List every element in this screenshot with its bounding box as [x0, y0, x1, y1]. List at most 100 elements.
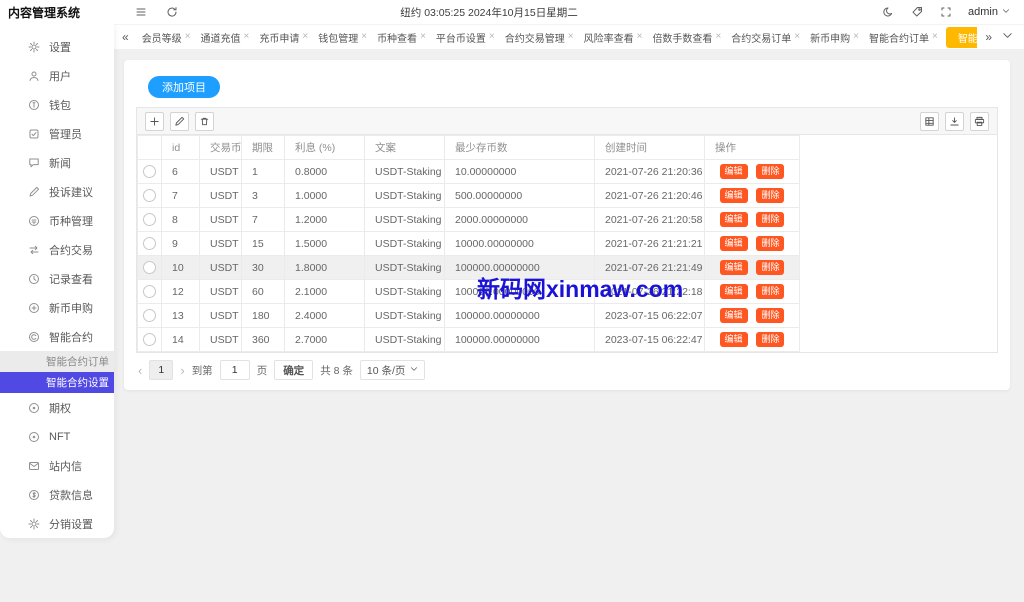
tabs-scroll-right[interactable]: »	[977, 30, 1000, 44]
row-radio[interactable]	[143, 165, 156, 178]
delete-button[interactable]: 删除	[756, 284, 785, 299]
sidebar-item[interactable]: 合约交易	[0, 235, 114, 264]
goto-confirm-button[interactable]: 确定	[274, 360, 314, 380]
edit-button[interactable]: 编辑	[719, 308, 748, 323]
sidebar-item[interactable]: 智能合约订单	[0, 351, 114, 372]
sidebar-item[interactable]: 记录查看	[0, 264, 114, 293]
tab-close-icon[interactable]: ×	[302, 32, 308, 42]
tab[interactable]: 智能合约订单 ×	[864, 25, 943, 49]
print-button[interactable]	[970, 111, 989, 131]
fullscreen-icon[interactable]	[939, 6, 952, 19]
tab-close-icon[interactable]: ×	[185, 32, 191, 42]
sidebar-item-label: 管理员	[49, 128, 82, 141]
tabs-scroll-left[interactable]: «	[114, 30, 137, 44]
column-header: 交易币	[199, 135, 242, 160]
cell-min-deposit: 10.00000000	[444, 159, 595, 184]
export-button[interactable]	[945, 111, 964, 131]
export-icon	[949, 116, 960, 127]
delete-button[interactable]: 删除	[756, 260, 785, 275]
sidebar-item[interactable]: 用户	[0, 61, 114, 90]
tab[interactable]: 合约交易管理 ×	[500, 25, 579, 49]
tab-close-icon[interactable]: ×	[853, 32, 859, 42]
sidebar-item[interactable]: 新币申购	[0, 293, 114, 322]
goto-page-input[interactable]	[219, 360, 250, 380]
row-radio[interactable]	[143, 261, 156, 274]
tab[interactable]: 充币申请 ×	[254, 25, 313, 49]
sidebar-item[interactable]: 智能合约	[0, 322, 114, 351]
edit-button[interactable]: 编辑	[719, 236, 748, 251]
row-radio[interactable]	[143, 285, 156, 298]
tab[interactable]: 币种查看 ×	[372, 25, 431, 49]
page-prev-button[interactable]: ‹	[138, 363, 142, 378]
edit-button[interactable]: 编辑	[719, 332, 748, 347]
delete-button[interactable]: 删除	[756, 164, 785, 179]
tab[interactable]: 倍数手数查看 ×	[647, 25, 726, 49]
add-item-button[interactable]: 添加项目	[148, 76, 220, 98]
row-radio[interactable]	[143, 333, 156, 346]
sidebar-item[interactable]: 新闻	[0, 148, 114, 177]
row-radio[interactable]	[143, 213, 156, 226]
delete-button[interactable]: 删除	[756, 212, 785, 227]
tab[interactable]: 会员等级 ×	[137, 25, 196, 49]
sidebar-item[interactable]: 站内信	[0, 451, 114, 480]
tab[interactable]: 通道充值 ×	[196, 25, 255, 49]
tab-close-icon[interactable]: ×	[932, 32, 938, 42]
sidebar-item[interactable]: 期权	[0, 393, 114, 422]
tab[interactable]: 新币申购 ×	[805, 25, 864, 49]
tab-close-icon[interactable]: ×	[361, 32, 367, 42]
user-menu[interactable]: admin	[968, 6, 1010, 18]
delete-button[interactable]: 删除	[756, 188, 785, 203]
edit-button[interactable]: 编辑	[719, 164, 748, 179]
plus-icon	[149, 116, 160, 127]
edit-row-button[interactable]	[170, 111, 189, 131]
page-unit-label: 页	[256, 364, 268, 377]
sidebar-item[interactable]: 分销设置	[0, 509, 114, 538]
sidebar-item[interactable]: 管理员	[0, 119, 114, 148]
total-count-label: 共 8 条	[320, 364, 353, 377]
sidebar-item[interactable]: 智能合约设置	[0, 372, 114, 393]
sidebar-item[interactable]: 币种管理	[0, 206, 114, 235]
delete-button[interactable]: 删除	[756, 236, 785, 251]
row-radio[interactable]	[143, 237, 156, 250]
caret-down-icon[interactable]	[1002, 30, 1016, 44]
refresh-icon[interactable]	[165, 6, 178, 19]
edit-button[interactable]: 编辑	[719, 212, 748, 227]
sidebar-item[interactable]: 贷款信息	[0, 480, 114, 509]
tab-close-icon[interactable]: ×	[420, 32, 426, 42]
row-radio[interactable]	[143, 309, 156, 322]
page-next-button[interactable]: ›	[180, 363, 184, 378]
tag-icon[interactable]	[910, 6, 923, 19]
delete-button[interactable]: 删除	[756, 308, 785, 323]
tab-close-icon[interactable]: ×	[244, 32, 250, 42]
moon-icon[interactable]	[881, 6, 894, 19]
tab-close-icon[interactable]: ×	[637, 32, 643, 42]
tab[interactable]: 风险率查看 ×	[579, 25, 648, 49]
filter-columns-button[interactable]	[920, 111, 939, 131]
cell-created: 2021-07-26 21:22:18	[594, 279, 705, 304]
sidebar-item[interactable]: 投诉建议	[0, 177, 114, 206]
page-number-button[interactable]: 1	[149, 360, 174, 380]
sidebar-item[interactable]: 设置	[0, 32, 114, 61]
tab[interactable]: 平台币设置 ×	[431, 25, 500, 49]
cell-term: 1	[241, 159, 285, 184]
add-row-button[interactable]	[145, 111, 164, 131]
edit-button[interactable]: 编辑	[719, 260, 748, 275]
tab-close-icon[interactable]: ×	[794, 32, 800, 42]
per-page-select[interactable]: 10 条/页	[359, 360, 426, 380]
tab[interactable]: 钱包管理 ×	[313, 25, 372, 49]
delete-button[interactable]: 删除	[756, 332, 785, 347]
tab-close-icon[interactable]: ×	[489, 32, 495, 42]
sidebar-item[interactable]: 钱包	[0, 90, 114, 119]
edit-button[interactable]: 编辑	[719, 284, 748, 299]
tab-close-icon[interactable]: ×	[715, 32, 721, 42]
sidebar-item[interactable]: NFT	[0, 422, 114, 451]
menu-icon[interactable]	[134, 6, 147, 19]
plus-circle-icon	[28, 302, 40, 314]
tab[interactable]: 智能合约设置 ×	[945, 26, 978, 48]
delete-row-button[interactable]	[195, 111, 214, 131]
tab[interactable]: 合约交易订单 ×	[726, 25, 805, 49]
pagination: ‹ 1 › 到第 页 确定 共 8 条 10 条/页	[136, 360, 998, 380]
tab-close-icon[interactable]: ×	[568, 32, 574, 42]
row-radio[interactable]	[143, 189, 156, 202]
edit-button[interactable]: 编辑	[719, 188, 748, 203]
